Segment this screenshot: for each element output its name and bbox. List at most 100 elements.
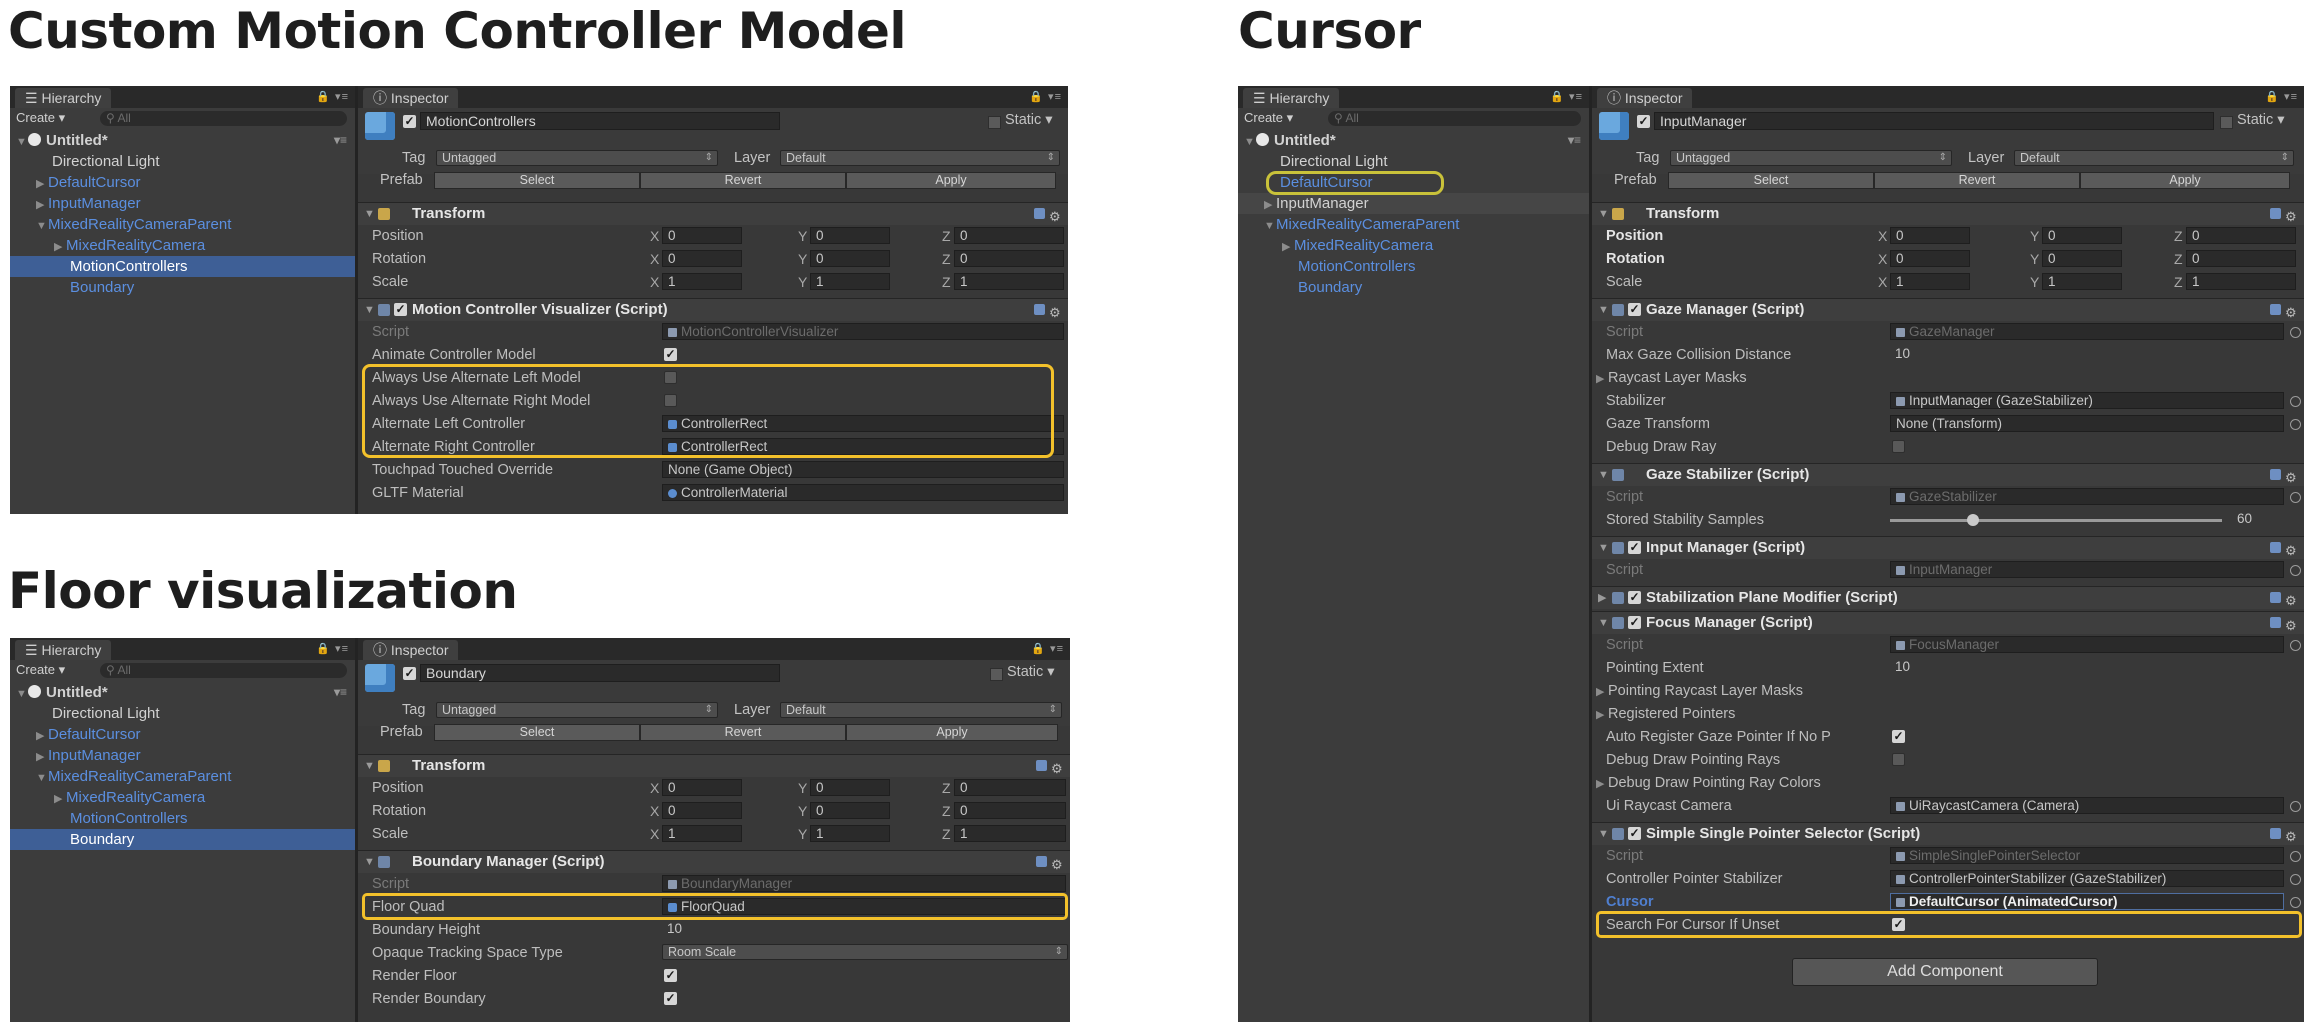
gaze-transform-field[interactable]: None (Transform) — [1890, 415, 2284, 432]
hierarchy-item-mr-camera[interactable]: ▶ MixedRealityCamera — [10, 235, 355, 256]
position-z-field[interactable]: 0 — [954, 227, 1064, 244]
rotation-x-field[interactable]: 0 — [662, 250, 742, 267]
menu-icon[interactable]: ▾≡ — [334, 682, 347, 703]
touchpad-field[interactable]: None (Game Object) — [662, 461, 1064, 478]
alt-right-controller-field[interactable]: ControllerRect — [662, 438, 1064, 455]
opaque-tracking-dropdown[interactable]: Room Scale — [662, 944, 1068, 960]
active-checkbox[interactable]: ✓ — [403, 667, 416, 680]
object-picker-icon[interactable] — [2290, 565, 2301, 576]
lock-icon[interactable]: 🔒 ▾≡ — [316, 642, 349, 655]
object-picker-icon[interactable] — [2290, 851, 2301, 862]
registered-pointers-row[interactable]: ▶ Registered Pointers — [1592, 703, 2304, 725]
component-settings-icon[interactable]: ⚙ — [2270, 208, 2298, 224]
hierarchy-item-motion-controllers[interactable]: MotionControllers — [10, 808, 355, 829]
transform-header[interactable]: ▼ Transform ⚙ — [1592, 202, 2304, 225]
position-z-field[interactable]: 0 — [954, 779, 1066, 796]
add-component-button[interactable]: Add Component — [1792, 958, 2098, 986]
position-z-field[interactable]: 0 — [2186, 227, 2296, 244]
stability-samples-slider[interactable] — [1890, 519, 2222, 522]
motion-visualizer-header[interactable]: ▼ ✓ Motion Controller Visualizer (Script) ⚙ — [358, 298, 1068, 321]
position-x-field[interactable]: 0 — [662, 227, 742, 244]
create-button[interactable]: Create ▾ — [16, 110, 65, 126]
pointing-masks-row[interactable]: ▶ Pointing Raycast Layer Masks — [1592, 680, 2304, 702]
stabilizer-field[interactable]: InputManager (GazeStabilizer) — [1890, 392, 2284, 409]
create-button[interactable]: Create ▾ — [16, 662, 65, 678]
active-checkbox[interactable]: ✓ — [1637, 115, 1650, 128]
debug-ray-colors-row[interactable]: ▶ Debug Draw Pointing Ray Colors — [1592, 772, 2304, 794]
gaze-stabilizer-header[interactable]: ▼ Gaze Stabilizer (Script) ⚙ — [1592, 463, 2304, 486]
prefab-select-button[interactable]: Select — [1668, 172, 1874, 189]
component-enable-checkbox[interactable]: ✓ — [1628, 303, 1641, 316]
component-settings-icon[interactable]: ⚙ — [2270, 617, 2298, 633]
lock-icon[interactable]: 🔒 ▾≡ — [1029, 90, 1062, 103]
hierarchy-item-directional-light[interactable]: Directional Light — [10, 703, 355, 724]
prefab-revert-button[interactable]: Revert — [1874, 172, 2080, 189]
lock-icon[interactable]: 🔒 ▾≡ — [1550, 90, 1583, 103]
hierarchy-item-mr-camera[interactable]: ▶ MixedRealityCamera — [10, 787, 355, 808]
scale-z-field[interactable]: 1 — [954, 273, 1064, 290]
lock-icon[interactable]: 🔒 ▾≡ — [316, 90, 349, 103]
hierarchy-item-directional-light[interactable]: Directional Light — [10, 151, 355, 172]
static-checkbox[interactable] — [990, 668, 1003, 681]
prefab-revert-button[interactable]: Revert — [640, 724, 846, 741]
scale-x-field[interactable]: 1 — [1890, 273, 1970, 290]
hierarchy-tab[interactable]: ☰ Hierarchy — [1243, 88, 1340, 108]
hierarchy-item-mr-camera-parent[interactable]: ▼MixedRealityCameraParent — [10, 214, 355, 235]
layer-dropdown[interactable]: Default — [780, 702, 1062, 718]
hierarchy-item-boundary[interactable]: Boundary — [1238, 277, 1589, 298]
floor-quad-field[interactable]: FloorQuad — [662, 898, 1066, 915]
static-checkbox[interactable] — [988, 116, 1001, 129]
hierarchy-item-default-cursor[interactable]: ▶ DefaultCursor — [10, 724, 355, 745]
position-y-field[interactable]: 0 — [2042, 227, 2122, 244]
position-y-field[interactable]: 0 — [810, 227, 890, 244]
slider-handle[interactable] — [1967, 514, 1979, 526]
auto-register-checkbox[interactable]: ✓ — [1892, 730, 1905, 743]
scale-z-field[interactable]: 1 — [954, 825, 1066, 842]
prefab-apply-button[interactable]: Apply — [846, 724, 1058, 741]
hierarchy-item-default-cursor[interactable]: ▶ DefaultCursor — [10, 172, 355, 193]
hierarchy-search-input[interactable]: ⚲ All — [1328, 111, 1581, 126]
object-name-field[interactable]: MotionControllers — [420, 112, 780, 130]
transform-header[interactable]: ▼ Transform ⚙ — [358, 202, 1068, 225]
component-settings-icon[interactable]: ⚙ — [1034, 304, 1062, 320]
component-settings-icon[interactable]: ⚙ — [2270, 304, 2298, 320]
component-enable-checkbox[interactable]: ✓ — [1628, 591, 1641, 604]
max-gaze-distance-field[interactable]: 10 — [1890, 346, 2284, 363]
layer-dropdown[interactable]: Default — [780, 150, 1060, 166]
component-settings-icon[interactable]: ⚙ — [1036, 856, 1064, 872]
search-for-cursor-checkbox[interactable]: ✓ — [1892, 918, 1905, 931]
scene-untitled[interactable]: ▼ Untitled* ▾≡ — [10, 682, 355, 703]
rotation-x-field[interactable]: 0 — [1890, 250, 1970, 267]
rotation-z-field[interactable]: 0 — [2186, 250, 2296, 267]
focus-manager-header[interactable]: ▼ ✓ Focus Manager (Script) ⚙ — [1592, 611, 2304, 634]
object-picker-icon[interactable] — [2290, 396, 2301, 407]
object-picker-icon[interactable] — [2290, 419, 2301, 430]
hierarchy-item-boundary[interactable]: Boundary — [10, 829, 355, 850]
hierarchy-item-input-manager[interactable]: ▶ InputManager — [10, 745, 355, 766]
rotation-y-field[interactable]: 0 — [810, 250, 890, 267]
pointer-selector-header[interactable]: ▼ ✓ Simple Single Pointer Selector (Script… — [1592, 822, 2304, 845]
scale-z-field[interactable]: 1 — [2186, 273, 2296, 290]
tag-dropdown[interactable]: Untagged — [1670, 150, 1952, 166]
object-picker-icon[interactable] — [2290, 874, 2301, 885]
scene-untitled[interactable]: ▼ Untitled* ▾≡ — [10, 130, 355, 151]
inspector-tab[interactable]: ⓘ Inspector — [1597, 88, 1693, 108]
hierarchy-tab[interactable]: ☰ Hierarchy — [15, 88, 112, 108]
object-picker-icon[interactable] — [2290, 640, 2301, 651]
hierarchy-item-motion-controllers[interactable]: MotionControllers — [10, 256, 355, 277]
hierarchy-tab[interactable]: ☰ Hierarchy — [15, 640, 112, 660]
hierarchy-item-input-manager[interactable]: ▶ InputManager — [1238, 193, 1589, 214]
hierarchy-item-directional-light[interactable]: Directional Light — [1238, 151, 1589, 172]
hierarchy-item-default-cursor[interactable]: DefaultCursor — [1238, 172, 1589, 193]
raycast-layer-masks-row[interactable]: ▶ Raycast Layer Masks — [1592, 367, 2304, 389]
input-manager-header[interactable]: ▼ ✓ Input Manager (Script) ⚙ — [1592, 536, 2304, 559]
scale-x-field[interactable]: 1 — [662, 825, 742, 842]
alt-left-model-checkbox[interactable] — [664, 371, 677, 384]
hierarchy-item-motion-controllers[interactable]: MotionControllers — [1238, 256, 1589, 277]
scene-untitled[interactable]: ▼ Untitled* ▾≡ — [1238, 130, 1589, 151]
prefab-apply-button[interactable]: Apply — [846, 172, 1056, 189]
component-settings-icon[interactable]: ⚙ — [1034, 208, 1062, 224]
static-checkbox[interactable] — [2220, 116, 2233, 129]
menu-icon[interactable]: ▾≡ — [334, 130, 347, 151]
active-checkbox[interactable]: ✓ — [403, 115, 416, 128]
